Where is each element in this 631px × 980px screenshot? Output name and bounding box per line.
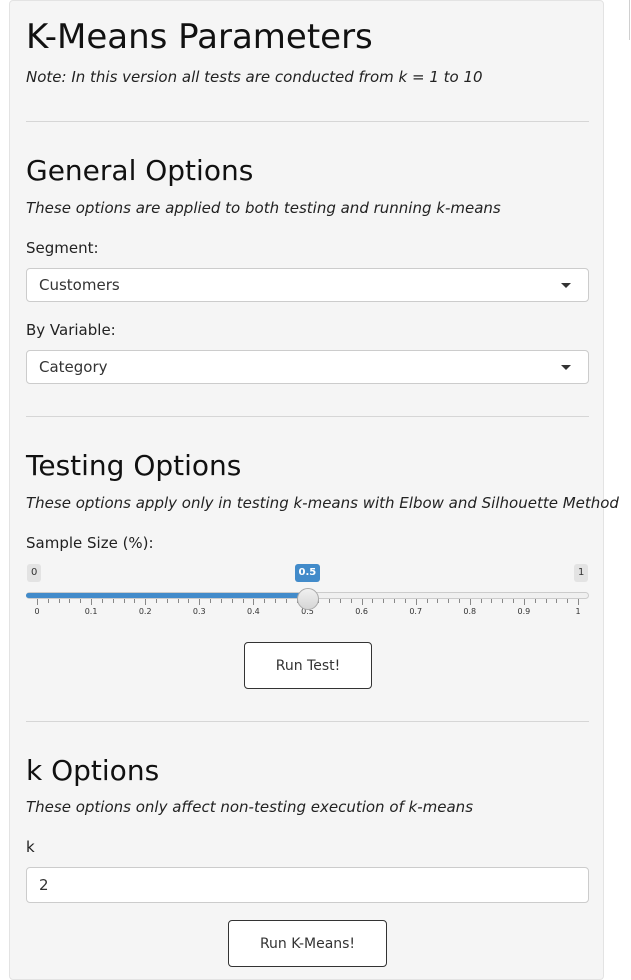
slider-minor-tick — [275, 599, 276, 603]
sample-size-label: Sample Size (%): — [26, 534, 154, 552]
slider-minor-tick — [48, 599, 49, 603]
testing-options-heading: Testing Options — [26, 449, 242, 482]
slider-minor-tick — [405, 599, 406, 603]
slider-minor-tick — [437, 599, 438, 603]
slider-major-tick — [37, 599, 38, 605]
by-variable-select[interactable]: Category — [26, 350, 589, 384]
slider-tick-label: 0.8 — [463, 607, 477, 616]
k-options-note: These options only affect non-testing ex… — [26, 798, 474, 816]
slider-minor-tick — [221, 599, 222, 603]
slider-minor-tick — [383, 599, 384, 603]
slider-handle[interactable] — [296, 588, 319, 610]
slider-minor-tick — [69, 599, 70, 603]
slider-minor-tick — [394, 599, 395, 603]
slider-major-tick — [470, 599, 471, 605]
slider-major-tick — [524, 599, 525, 605]
slider-minor-tick — [134, 599, 135, 603]
slider-minor-tick — [340, 599, 341, 603]
slider-minor-tick — [502, 599, 503, 603]
slider-minor-tick — [546, 599, 547, 603]
sidebar-panel — [9, 0, 604, 980]
divider — [26, 721, 589, 722]
slider-tick-label: 0.4 — [247, 607, 260, 616]
slider-major-tick — [199, 599, 200, 605]
testing-options-note: These options apply only in testing k-me… — [26, 494, 619, 512]
slider-minor-tick — [567, 599, 568, 603]
slider-minor-tick — [178, 599, 179, 603]
slider-tick-label: 0.3 — [192, 607, 206, 616]
slider-minor-tick — [448, 599, 449, 603]
slider-minor-tick — [80, 599, 81, 603]
slider-fill — [26, 593, 308, 598]
slider-major-tick — [145, 599, 146, 605]
slider-minor-tick — [329, 599, 330, 603]
segment-select-value: Customers — [39, 276, 120, 294]
page-note: Note: In this version all tests are cond… — [26, 68, 483, 86]
slider-tick-label: 0.7 — [409, 607, 423, 616]
slider-minor-tick — [459, 599, 460, 603]
slider-major-tick — [362, 599, 363, 605]
divider — [26, 416, 589, 417]
run-kmeans-button[interactable]: Run K-Means! — [228, 920, 387, 967]
slider-minor-tick — [351, 599, 352, 603]
k-input[interactable] — [26, 867, 589, 903]
slider-minor-tick — [59, 599, 60, 603]
slider-value-label: 0.5 — [294, 564, 321, 582]
slider-minor-tick — [232, 599, 233, 603]
slider-major-tick — [578, 599, 579, 605]
slider-tick-label: 0.9 — [517, 607, 531, 616]
slider-minor-tick — [481, 599, 482, 603]
by-variable-select-value: Category — [39, 358, 108, 376]
slider-minor-tick — [372, 599, 373, 603]
run-test-button[interactable]: Run Test! — [244, 642, 372, 689]
slider-minor-tick — [124, 599, 125, 603]
slider-tick-label: 1 — [575, 607, 581, 616]
slider-minor-tick — [491, 599, 492, 603]
slider-minor-tick — [188, 599, 189, 603]
slider-minor-tick — [156, 599, 157, 603]
slider-minor-tick — [210, 599, 211, 603]
slider-minor-tick — [102, 599, 103, 603]
slider-minor-tick — [535, 599, 536, 603]
slider-max-label: 1 — [574, 564, 589, 582]
slider-major-tick — [91, 599, 92, 605]
chevron-down-icon — [561, 365, 571, 370]
slider-major-tick — [416, 599, 417, 605]
general-options-note: These options are applied to both testin… — [26, 199, 501, 217]
general-options-heading: General Options — [26, 154, 254, 187]
page-title: K-Means Parameters — [26, 17, 373, 57]
segment-label: Segment: — [26, 239, 99, 257]
slider-tick-label: 0.1 — [84, 607, 98, 616]
divider — [26, 121, 589, 122]
slider-major-tick — [253, 599, 254, 605]
slider-minor-tick — [556, 599, 557, 603]
by-variable-label: By Variable: — [26, 321, 116, 339]
slider-minor-tick — [243, 599, 244, 603]
slider-minor-tick — [264, 599, 265, 603]
slider-minor-tick — [113, 599, 114, 603]
chevron-down-icon — [561, 283, 571, 288]
slider-minor-tick — [513, 599, 514, 603]
k-label: k — [26, 838, 35, 856]
k-options-heading: k Options — [26, 754, 160, 787]
slider-tick-label: 0 — [34, 607, 40, 616]
segment-select[interactable]: Customers — [26, 268, 589, 302]
slider-tick-label: 0.2 — [138, 607, 152, 616]
slider-tick-label: 0.6 — [355, 607, 368, 616]
slider-minor-tick — [427, 599, 428, 603]
slider-min-label: 0 — [27, 564, 42, 582]
slider-minor-tick — [167, 599, 168, 603]
slider-minor-tick — [286, 599, 287, 603]
